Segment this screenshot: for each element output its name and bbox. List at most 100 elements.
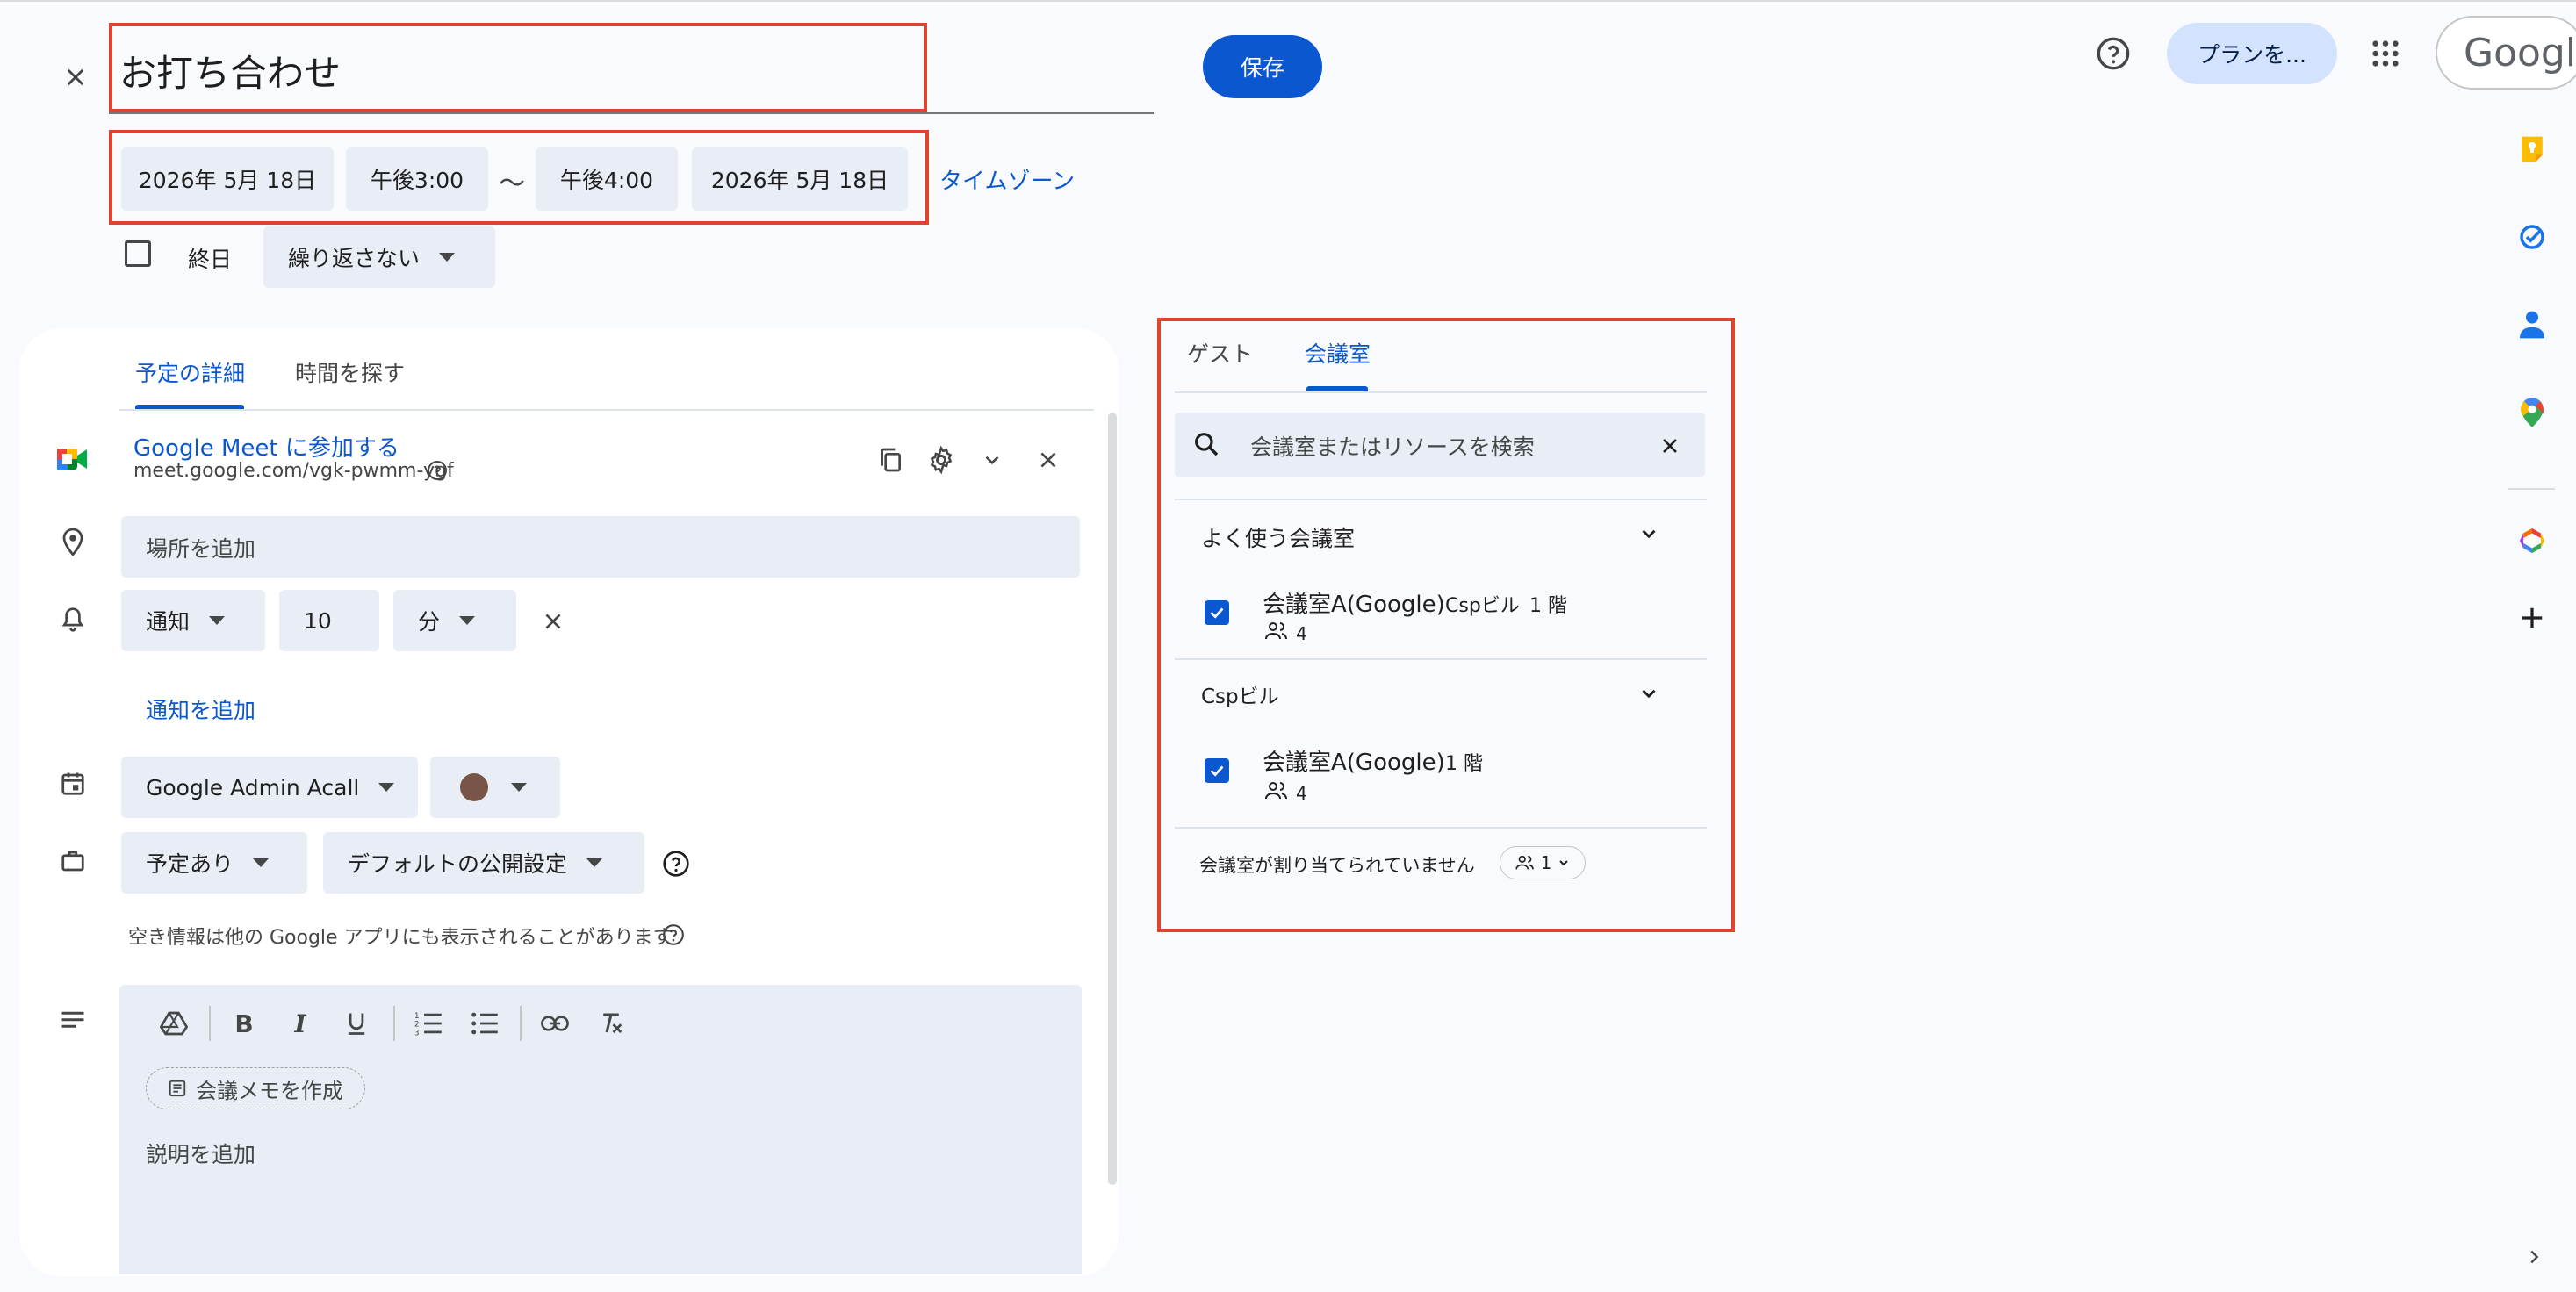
chevron-right-icon[interactable] — [2518, 1241, 2550, 1273]
svg-text:1: 1 — [414, 1012, 419, 1021]
tab-rooms[interactable]: 会議室 — [1305, 337, 1371, 369]
frequent-rooms-title: よく使う会議室 — [1201, 526, 1356, 551]
help-icon[interactable] — [660, 848, 692, 879]
chevron-down-icon — [253, 858, 270, 867]
chevron-down-icon — [511, 783, 527, 792]
section-divider — [1175, 658, 1707, 660]
location-pin-icon — [60, 527, 86, 558]
addon-icon[interactable] — [2513, 521, 2551, 560]
location-input[interactable] — [121, 516, 1080, 578]
all-day-checkbox[interactable] — [125, 240, 151, 267]
calendar-icon — [60, 771, 86, 797]
create-meeting-notes-label: 会議メモを作成 — [196, 1078, 343, 1103]
end-time-chip[interactable]: 午後4:00 — [536, 147, 678, 211]
scrollbar[interactable] — [1108, 413, 1117, 1185]
people-icon — [1515, 855, 1534, 870]
end-date-chip[interactable]: 2026年 5月 18日 — [692, 147, 908, 211]
plan-button[interactable]: プランを... — [2167, 23, 2337, 84]
numbered-list-icon[interactable]: 123 — [411, 1006, 446, 1041]
room-name: 会議室A(Google) — [1263, 592, 1445, 618]
room-checkbox[interactable] — [1205, 758, 1229, 783]
tab-event-details[interactable]: 予定の詳細 — [135, 356, 245, 388]
google-meet-icon — [56, 446, 88, 472]
visibility-dropdown[interactable]: デフォルトの公開設定 — [323, 832, 644, 894]
copy-icon[interactable] — [873, 442, 908, 477]
start-date-chip[interactable]: 2026年 5月 18日 — [121, 147, 334, 211]
availability-dropdown[interactable]: 予定あり — [121, 832, 307, 894]
help-icon[interactable] — [2093, 33, 2133, 74]
calendar-select[interactable]: Google Admin Acall — [121, 757, 418, 818]
chevron-down-icon[interactable] — [1633, 518, 1665, 549]
people-icon — [1264, 621, 1289, 641]
room-building: Cspビル — [1445, 595, 1520, 617]
apps-grid-icon[interactable] — [2364, 32, 2407, 75]
chevron-down-icon[interactable] — [1633, 678, 1665, 709]
svg-text:3: 3 — [414, 1030, 419, 1036]
maps-icon[interactable] — [2513, 393, 2551, 432]
side-panel-rail — [2462, 114, 2576, 1292]
remove-meet-icon[interactable] — [1031, 442, 1066, 477]
event-color-select[interactable] — [430, 757, 560, 818]
visibility-label: デフォルトの公開設定 — [348, 851, 568, 877]
bell-icon — [60, 606, 86, 634]
timezone-link[interactable]: タイムゾーン — [939, 163, 1075, 196]
close-icon[interactable] — [58, 60, 93, 95]
unassigned-count-chip[interactable]: 1 — [1500, 846, 1586, 879]
notification-type-label: 通知 — [146, 609, 191, 635]
top-border — [0, 0, 2576, 2]
save-button[interactable]: 保存 — [1203, 35, 1322, 98]
room-capacity: 4 — [1296, 783, 1307, 804]
bold-icon[interactable]: B — [227, 1006, 262, 1041]
tab-find-time[interactable]: 時間を探す — [295, 356, 405, 388]
tasks-icon[interactable] — [2513, 218, 2551, 256]
google-meet-join-link[interactable]: Google Meet に参加する — [133, 430, 399, 463]
briefcase-icon — [60, 848, 86, 874]
add-addon-icon[interactable] — [2513, 599, 2551, 637]
notification-unit-dropdown[interactable]: 分 — [393, 590, 516, 651]
help-icon[interactable] — [425, 458, 450, 483]
section-divider — [1175, 827, 1707, 829]
chevron-down-icon — [439, 253, 456, 262]
start-time-chip[interactable]: 午後3:00 — [346, 147, 488, 211]
description-icon — [60, 1009, 86, 1032]
unassigned-rooms-label: 会議室が割り当てられていません — [1199, 855, 1475, 876]
rooms-highlight-frame — [1157, 318, 1735, 932]
notification-unit-label: 分 — [418, 609, 441, 635]
availability-label: 予定あり — [146, 851, 234, 877]
tab-guests[interactable]: ゲスト — [1187, 337, 1253, 369]
chevron-down-icon — [209, 616, 226, 625]
clear-search-icon[interactable] — [1654, 430, 1686, 462]
repeat-dropdown[interactable]: 繰り返さない — [263, 226, 495, 288]
bulleted-list-icon[interactable] — [467, 1006, 502, 1041]
underline-icon[interactable] — [339, 1006, 374, 1041]
contacts-icon[interactable] — [2513, 305, 2551, 344]
link-icon[interactable] — [537, 1006, 572, 1041]
gear-icon[interactable] — [924, 442, 959, 477]
chevron-down-icon — [586, 858, 603, 867]
notification-value-input[interactable]: 10 — [279, 590, 379, 651]
tab-divider — [1175, 391, 1707, 393]
chevron-down-icon[interactable] — [975, 442, 1010, 477]
notes-icon — [169, 1080, 186, 1097]
repeat-label: 繰り返さない — [288, 246, 421, 271]
room-search-placeholder: 会議室またはリソースを検索 — [1250, 434, 1535, 460]
drive-icon[interactable] — [156, 1006, 191, 1041]
tab-divider — [119, 409, 1094, 411]
italic-icon[interactable]: I — [283, 1006, 318, 1041]
clear-formatting-icon[interactable] — [594, 1006, 629, 1041]
chevron-down-icon — [1559, 860, 1569, 866]
description-placeholder: 説明を追加 — [146, 1142, 256, 1167]
calendar-name: Google Admin Acall — [146, 774, 360, 800]
chevron-down-icon — [378, 783, 395, 792]
room-checkbox[interactable] — [1205, 600, 1229, 625]
notification-type-dropdown[interactable]: 通知 — [121, 590, 265, 651]
keep-icon[interactable] — [2513, 130, 2551, 169]
check-icon — [1210, 607, 1224, 619]
event-title-input[interactable]: お打ち合わせ — [119, 44, 341, 97]
unassigned-count: 1 — [1540, 852, 1552, 873]
remove-notification-icon[interactable] — [536, 604, 571, 639]
help-icon[interactable] — [660, 922, 687, 948]
google-logo[interactable]: Google — [2436, 16, 2576, 90]
create-meeting-notes-button[interactable]: 会議メモを作成 — [146, 1067, 365, 1109]
add-notification-link[interactable]: 通知を追加 — [146, 693, 255, 725]
